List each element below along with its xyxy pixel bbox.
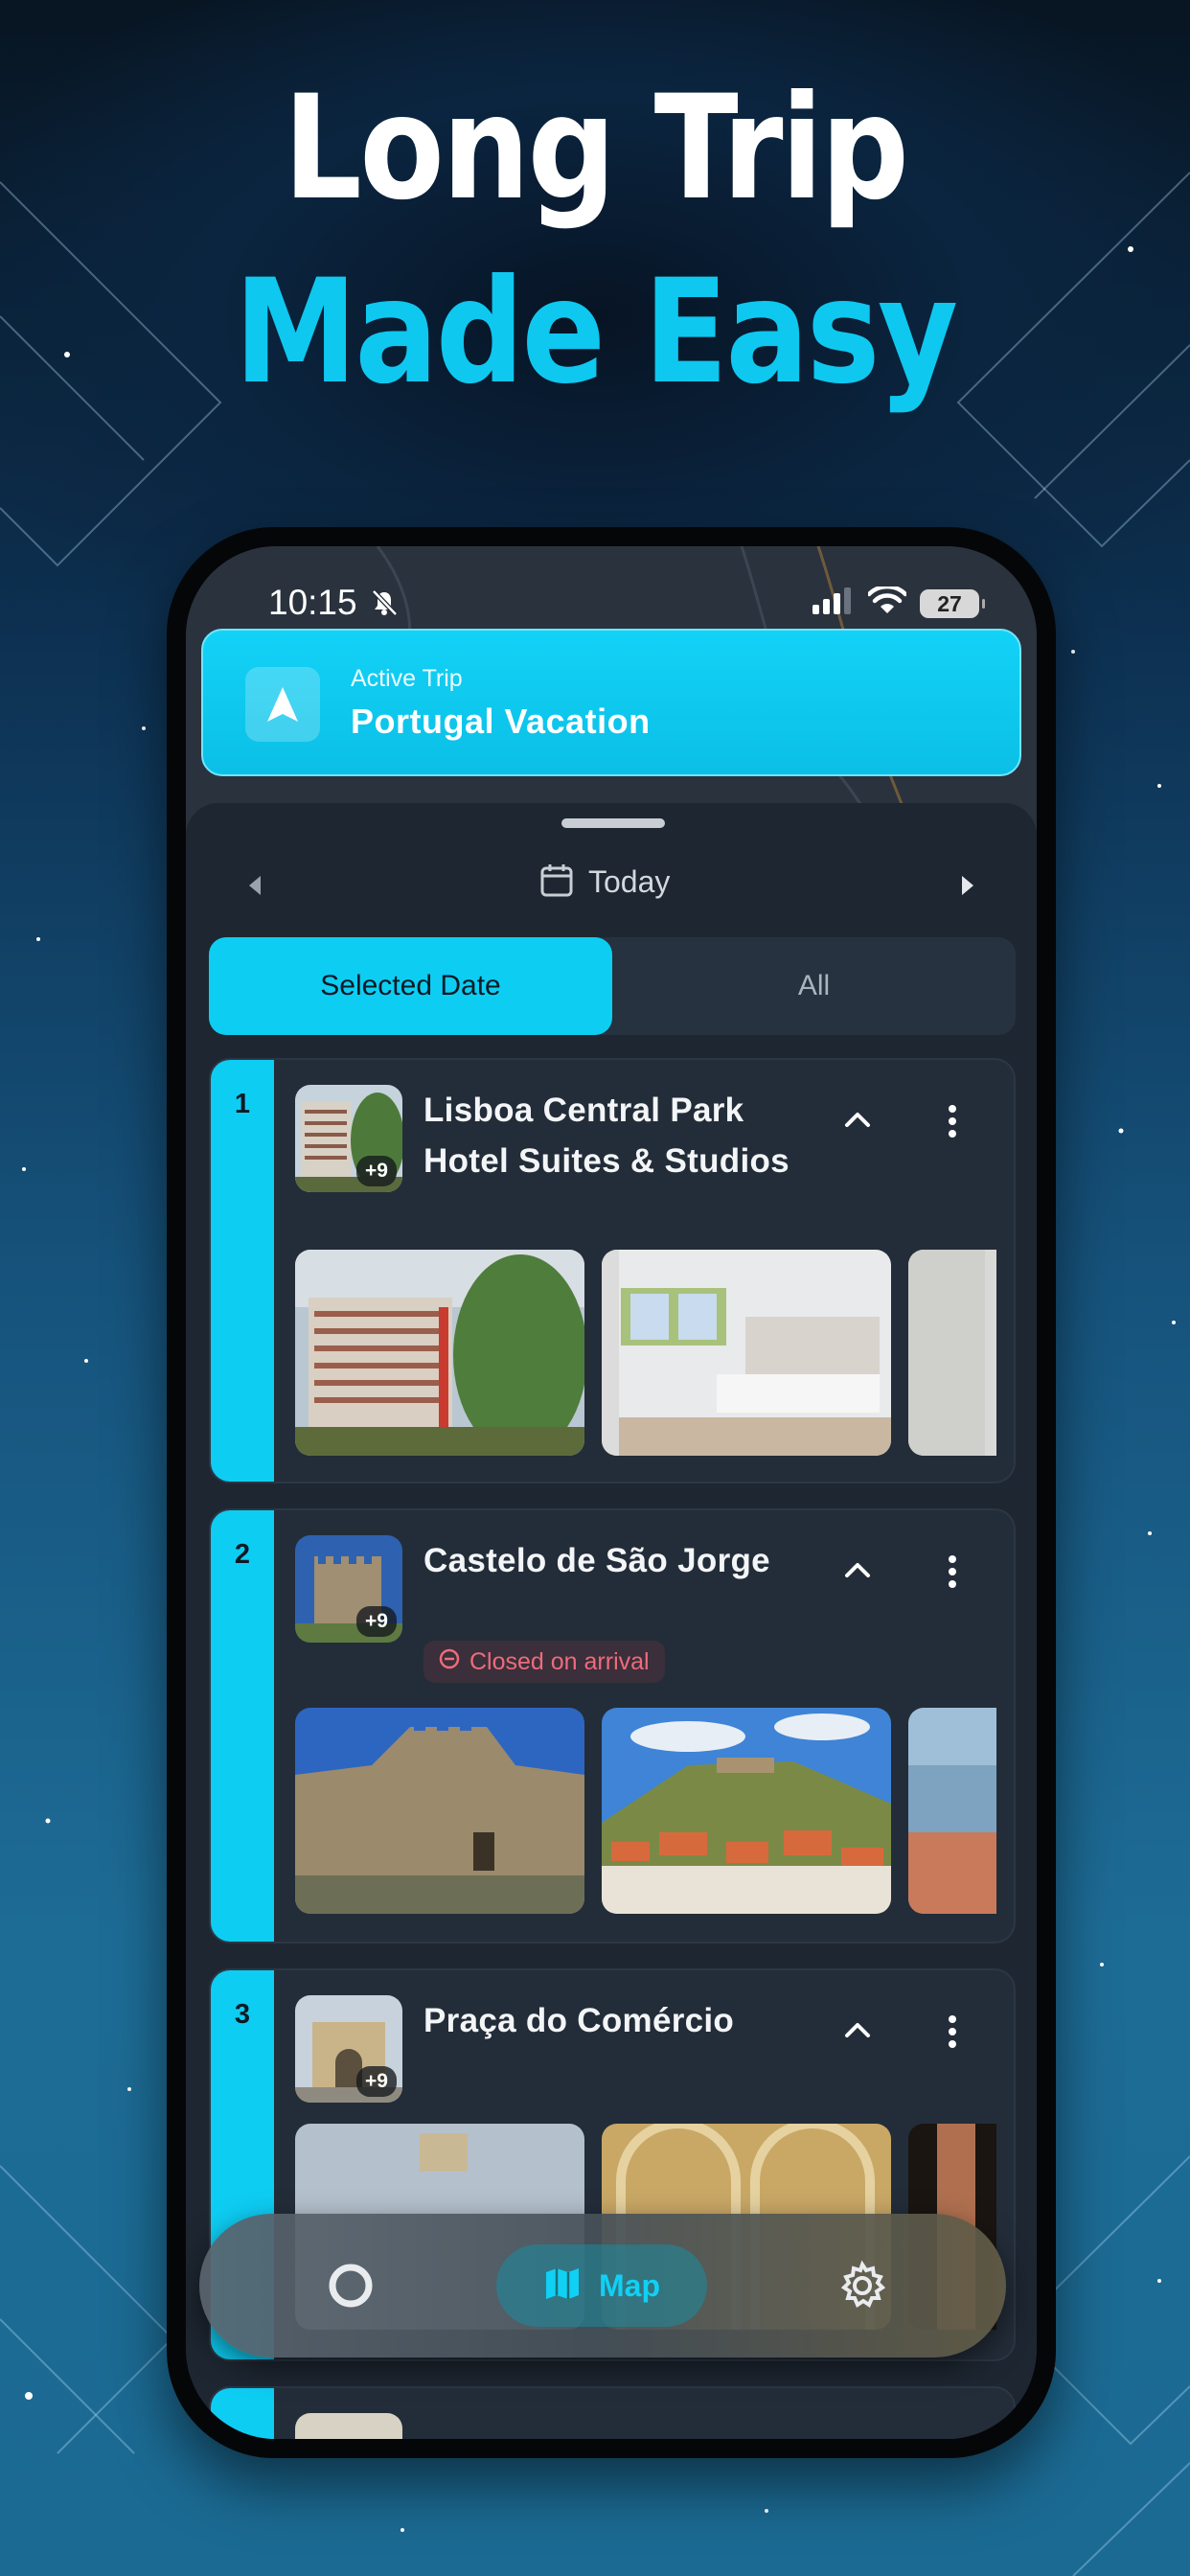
phone-screen: 10:15 27 Active Trip Portugal Vacation T… [186, 546, 1037, 2439]
chevron-up-icon[interactable] [843, 1110, 872, 1134]
active-trip-card[interactable]: Active Trip Portugal Vacation [201, 629, 1021, 776]
battery-icon: 27 [920, 588, 985, 618]
status-time: 10:15 [268, 583, 357, 622]
date-navigator: Today [186, 857, 1037, 914]
tab-all[interactable]: All [612, 937, 1016, 1035]
card-accent-bar [211, 1510, 274, 1942]
phone-frame: 10:15 27 Active Trip Portugal Vacation T… [167, 527, 1056, 2458]
date-selector[interactable]: Today [540, 862, 670, 902]
place-card-4[interactable] [209, 2386, 1016, 2439]
gear-icon[interactable] [834, 2257, 891, 2319]
chevron-up-icon[interactable] [843, 2020, 872, 2044]
place-thumbnail[interactable]: +9 [295, 1085, 402, 1192]
itinerary-sheet: Today Selected Date All 1 +9 Lisboa Cent… [186, 803, 1037, 2439]
chevron-up-icon[interactable] [843, 1560, 872, 1584]
date-filter-segmented-control: Selected Date All [209, 937, 1016, 1035]
more-vertical-icon[interactable] [947, 2014, 958, 2054]
wifi-icon [866, 584, 908, 620]
place-title: Lisboa Central Park Hotel Suites & Studi… [423, 1092, 790, 1180]
active-trip-label: Active Trip [351, 665, 463, 692]
headline-line-1: Long Trip [283, 65, 909, 232]
bell-slash-icon [370, 588, 399, 622]
more-vertical-icon[interactable] [947, 1554, 958, 1594]
tab-map[interactable]: Map [496, 2244, 707, 2327]
photo-castle-walls[interactable] [295, 1708, 584, 1914]
cellular-icon [812, 587, 855, 619]
photo-strip[interactable] [295, 1250, 996, 1456]
place-thumbnail[interactable]: +9 [295, 1535, 402, 1643]
place-title: Praça do Comércio [423, 2002, 735, 2039]
status-bar: 10:15 27 [186, 583, 1037, 631]
card-accent-bar [211, 2388, 274, 2439]
map-icon [543, 2265, 582, 2308]
place-card-2[interactable]: 2 +9 Castelo de São Jorge Closed on arri… [209, 1508, 1016, 1944]
closed-status-badge: Closed on arrival [423, 1641, 665, 1683]
place-thumbnail[interactable]: +9 [295, 1995, 402, 2103]
home-circle-icon[interactable] [322, 2257, 379, 2319]
date-label: Today [588, 864, 671, 899]
closed-status-text: Closed on arrival [469, 1648, 650, 1675]
navigation-arrow-icon [245, 667, 320, 742]
place-number: 1 [234, 1089, 251, 1119]
place-number: 3 [234, 1999, 251, 2030]
more-vertical-icon[interactable] [947, 1104, 958, 1143]
tab-selected-date[interactable]: Selected Date [209, 937, 612, 1035]
chevron-left-icon[interactable] [245, 872, 264, 904]
photo-river-view[interactable] [908, 1708, 996, 1914]
photo-hotel-hall[interactable] [908, 1250, 996, 1456]
photo-count-badge: +9 [356, 2066, 397, 2097]
card-accent-bar [211, 1060, 274, 1482]
place-title: Castelo de São Jorge [423, 1542, 770, 1579]
place-card-1[interactable]: 1 +9 Lisboa Central Park Hotel Suites & … [209, 1058, 1016, 1484]
minus-circle-icon [439, 1641, 460, 1683]
photo-count-badge: +9 [356, 1156, 397, 1186]
place-thumbnail[interactable] [295, 2413, 402, 2439]
bottom-navigation: Map [199, 2214, 1006, 2358]
active-trip-name: Portugal Vacation [351, 702, 651, 741]
calendar-icon [540, 862, 573, 902]
sheet-drag-handle[interactable] [561, 818, 665, 828]
photo-hotel-room[interactable] [602, 1250, 891, 1456]
chevron-right-icon[interactable] [958, 872, 977, 904]
photo-strip[interactable] [295, 1708, 996, 1914]
tab-map-label: Map [599, 2267, 660, 2303]
photo-lisbon-hillside[interactable] [602, 1708, 891, 1914]
photo-count-badge: +9 [356, 1606, 397, 1637]
headline-line-2: Made Easy [234, 249, 958, 416]
place-number: 2 [234, 1539, 251, 1570]
photo-hotel-exterior[interactable] [295, 1250, 584, 1456]
